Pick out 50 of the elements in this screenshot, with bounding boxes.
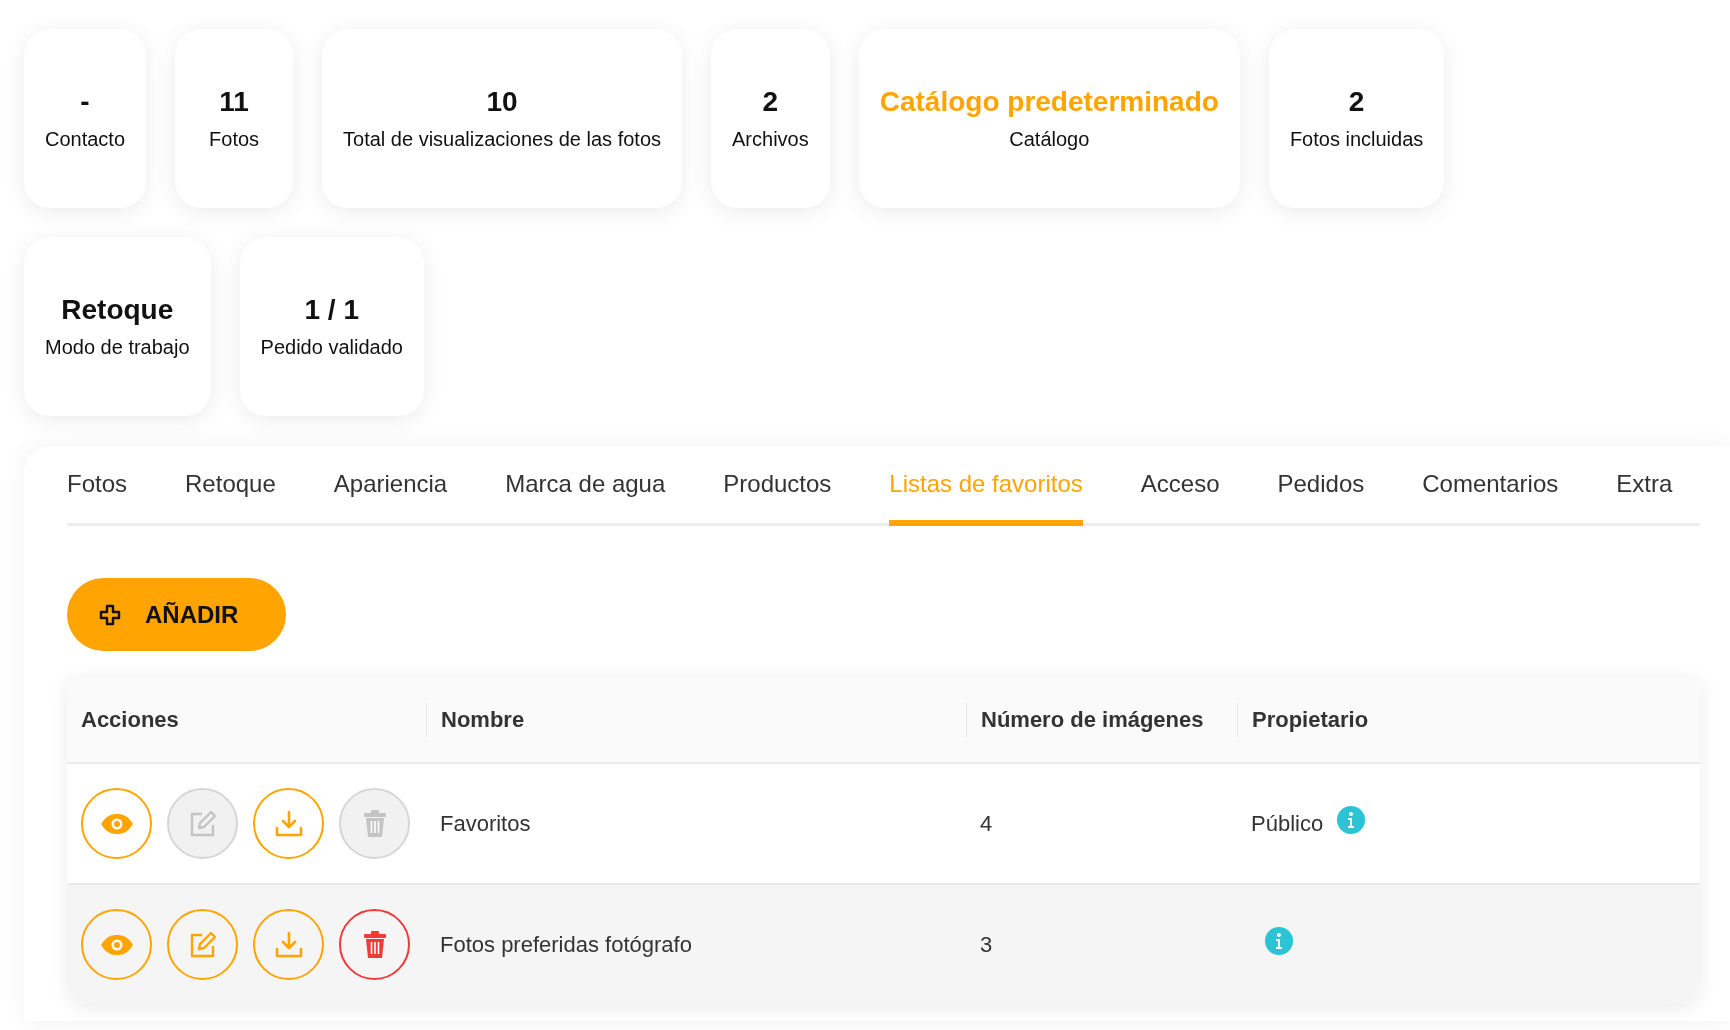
tab[interactable]: Extra: [1616, 446, 1673, 526]
column-header: Nombre: [426, 702, 966, 737]
download-icon: [273, 929, 304, 960]
download-button[interactable]: [253, 788, 324, 859]
tab[interactable]: Fotos: [67, 446, 128, 526]
list-name: Favoritos: [439, 810, 532, 837]
add-button[interactable]: AÑADIR: [67, 578, 286, 651]
stat-value: 11: [219, 86, 249, 118]
trash-icon: [362, 809, 387, 838]
plus-icon: [99, 603, 121, 626]
stat-value: -: [80, 86, 90, 118]
stat-value: 1 / 1: [304, 294, 359, 326]
info-icon[interactable]: [1337, 805, 1366, 834]
stat-value: 10: [486, 86, 518, 118]
stat-label: Catálogo: [1009, 128, 1090, 151]
stat-label: Pedido validado: [260, 336, 403, 359]
eye-icon: [99, 933, 134, 956]
eye-icon: [99, 812, 134, 835]
edit-button[interactable]: [167, 909, 238, 980]
column-header: Acciones: [80, 705, 180, 734]
tab[interactable]: Retoque: [185, 446, 276, 526]
tab[interactable]: Productos: [723, 446, 832, 526]
owner-text: Público: [1251, 810, 1324, 837]
stat-value: Catálogo predeterminado: [879, 86, 1219, 118]
column-header: Propietario: [1237, 702, 1700, 737]
stat-label: Contacto: [45, 128, 126, 151]
image-count: 3: [979, 931, 994, 958]
stat-label: Archivos: [732, 128, 809, 151]
view-button[interactable]: [81, 909, 152, 980]
tab[interactable]: Apariencia: [333, 446, 448, 526]
stat-value: 2: [1348, 86, 1365, 118]
stat-label: Modo de trabajo: [45, 336, 190, 359]
tab[interactable]: Pedidos: [1277, 446, 1365, 526]
view-button[interactable]: [81, 788, 152, 859]
delete-button[interactable]: [339, 909, 410, 980]
stat-label: Total de visualizaciones de las fotos: [343, 128, 662, 151]
stat-label: Fotos incluidas: [1289, 128, 1424, 151]
stat-label: Fotos: [209, 128, 260, 151]
list-name: Fotos preferidas fotógrafo: [439, 931, 693, 958]
tab[interactable]: Comentarios: [1422, 446, 1559, 526]
stat-value: Retoque: [61, 294, 174, 326]
tab[interactable]: Acceso: [1140, 446, 1220, 526]
column-header: Número de imágenes: [966, 702, 1237, 737]
download-button[interactable]: [253, 909, 324, 980]
image-count: 4: [979, 810, 994, 837]
info-icon[interactable]: [1265, 926, 1293, 955]
trash-icon: [362, 930, 387, 959]
stat-value: 2: [762, 86, 779, 118]
tab[interactable]: Marca de agua: [505, 446, 666, 526]
download-icon: [273, 808, 304, 839]
